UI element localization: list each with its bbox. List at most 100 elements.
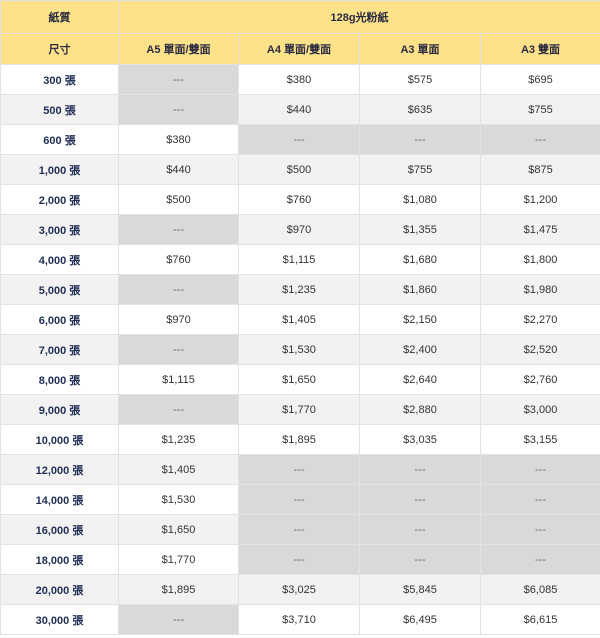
price-a3-single-cell: $1,680 xyxy=(359,244,481,275)
table-row: 3,000 張 --- $970 $1,355 $1,475 xyxy=(0,214,600,245)
price-a4-cell: $3,710 xyxy=(238,604,360,635)
price-a5-cell: --- xyxy=(118,64,239,95)
price-a4-cell: $760 xyxy=(238,184,360,215)
price-a5-cell: $440 xyxy=(118,154,239,185)
column-header-a3-single: A3 單面 xyxy=(359,33,481,65)
price-a5-cell: --- xyxy=(118,604,239,635)
price-a5-cell: $1,895 xyxy=(118,574,239,605)
quantity-cell: 500 張 xyxy=(0,94,119,125)
price-a3-single-cell: $635 xyxy=(359,94,481,125)
quantity-cell: 600 張 xyxy=(0,124,119,155)
price-a4-cell: $1,650 xyxy=(238,364,360,395)
price-a5-cell: $970 xyxy=(118,304,239,335)
price-a3-double-cell: $1,980 xyxy=(479,274,600,305)
table-row: 4,000 張 $760 $1,115 $1,680 $1,800 xyxy=(0,244,600,275)
table-row: 2,000 張 $500 $760 $1,080 $1,200 xyxy=(0,184,600,215)
price-a4-cell: --- xyxy=(238,454,360,485)
header-row-paper: 紙質 128g光粉紙 xyxy=(0,0,600,34)
quantity-cell: 16,000 張 xyxy=(0,514,119,545)
column-header-a4: A4 單面/雙面 xyxy=(238,33,360,65)
quantity-cell: 10,000 張 xyxy=(0,424,119,455)
price-a5-cell: $500 xyxy=(118,184,239,215)
price-a3-double-cell: --- xyxy=(479,124,600,155)
quantity-cell: 8,000 張 xyxy=(0,364,119,395)
table-body: 300 張 --- $380 $575 $695 500 張 --- $440 $635 $755… xyxy=(0,64,600,635)
quantity-cell: 1,000 張 xyxy=(0,154,119,185)
price-a3-single-cell: $1,080 xyxy=(359,184,481,215)
price-a5-cell: --- xyxy=(118,214,239,245)
quantity-cell: 2,000 張 xyxy=(0,184,119,215)
price-a3-double-cell: $2,270 xyxy=(479,304,600,335)
price-a3-double-cell: --- xyxy=(479,484,600,515)
table-row: 20,000 張 $1,895 $3,025 $5,845 $6,085 xyxy=(0,574,600,605)
price-a4-cell: --- xyxy=(238,484,360,515)
column-header-a3-double: A3 雙面 xyxy=(479,33,600,65)
price-a3-double-cell: $1,800 xyxy=(479,244,600,275)
price-a3-single-cell: $2,640 xyxy=(359,364,481,395)
price-a4-cell: $1,770 xyxy=(238,394,360,425)
table-row: 300 張 --- $380 $575 $695 xyxy=(0,64,600,95)
price-a4-cell: --- xyxy=(238,544,360,575)
quantity-cell: 4,000 張 xyxy=(0,244,119,275)
table-header: 紙質 128g光粉紙 尺寸 A5 單面/雙面 A4 單面/雙面 A3 單面 A3… xyxy=(0,0,600,65)
table-row: 9,000 張 --- $1,770 $2,880 $3,000 xyxy=(0,394,600,425)
table-row: 1,000 張 $440 $500 $755 $875 xyxy=(0,154,600,185)
price-a5-cell: --- xyxy=(118,274,239,305)
price-a3-single-cell: $575 xyxy=(359,64,481,95)
price-a5-cell: $1,650 xyxy=(118,514,239,545)
table-row: 30,000 張 --- $3,710 $6,495 $6,615 xyxy=(0,604,600,635)
price-a4-cell: --- xyxy=(238,514,360,545)
quantity-cell: 6,000 張 xyxy=(0,304,119,335)
quantity-cell: 30,000 張 xyxy=(0,604,119,635)
quantity-cell: 14,000 張 xyxy=(0,484,119,515)
price-a4-cell: $1,530 xyxy=(238,334,360,365)
price-a3-single-cell: $755 xyxy=(359,154,481,185)
price-a4-cell: $970 xyxy=(238,214,360,245)
price-a3-double-cell: $695 xyxy=(479,64,600,95)
price-a5-cell: --- xyxy=(118,94,239,125)
price-a5-cell: $1,770 xyxy=(118,544,239,575)
price-a3-double-cell: $2,520 xyxy=(479,334,600,365)
price-a3-single-cell: $5,845 xyxy=(359,574,481,605)
price-a4-cell: $380 xyxy=(238,64,360,95)
quantity-cell: 9,000 張 xyxy=(0,394,119,425)
price-a4-cell: $1,405 xyxy=(238,304,360,335)
price-a3-single-cell: $6,495 xyxy=(359,604,481,635)
price-a3-double-cell: --- xyxy=(479,514,600,545)
table-row: 16,000 張 $1,650 --- --- --- xyxy=(0,514,600,545)
price-a4-cell: --- xyxy=(238,124,360,155)
price-a3-double-cell: $2,760 xyxy=(479,364,600,395)
price-a3-double-cell: $875 xyxy=(479,154,600,185)
price-a4-cell: $1,895 xyxy=(238,424,360,455)
quantity-cell: 7,000 張 xyxy=(0,334,119,365)
price-a5-cell: --- xyxy=(118,394,239,425)
size-label: 尺寸 xyxy=(0,33,119,65)
quantity-cell: 18,000 張 xyxy=(0,544,119,575)
price-a4-cell: $1,235 xyxy=(238,274,360,305)
table-row: 12,000 張 $1,405 --- --- --- xyxy=(0,454,600,485)
price-a3-double-cell: --- xyxy=(479,454,600,485)
price-a3-single-cell: $2,150 xyxy=(359,304,481,335)
price-a3-double-cell: --- xyxy=(479,544,600,575)
price-a5-cell: $760 xyxy=(118,244,239,275)
price-a5-cell: $1,405 xyxy=(118,454,239,485)
price-a4-cell: $440 xyxy=(238,94,360,125)
price-a3-double-cell: $6,615 xyxy=(479,604,600,635)
table-row: 10,000 張 $1,235 $1,895 $3,035 $3,155 xyxy=(0,424,600,455)
price-a3-single-cell: $1,355 xyxy=(359,214,481,245)
price-a3-single-cell: --- xyxy=(359,514,481,545)
table-row: 14,000 張 $1,530 --- --- --- xyxy=(0,484,600,515)
table-row: 6,000 張 $970 $1,405 $2,150 $2,270 xyxy=(0,304,600,335)
price-a3-single-cell: --- xyxy=(359,484,481,515)
price-a3-single-cell: $3,035 xyxy=(359,424,481,455)
price-a3-single-cell: --- xyxy=(359,544,481,575)
price-a3-single-cell: --- xyxy=(359,124,481,155)
price-a3-double-cell: $1,200 xyxy=(479,184,600,215)
price-a5-cell: $1,115 xyxy=(118,364,239,395)
price-a3-double-cell: $1,475 xyxy=(479,214,600,245)
price-a5-cell: --- xyxy=(118,334,239,365)
paper-type: 128g光粉紙 xyxy=(117,0,600,34)
price-a3-double-cell: $6,085 xyxy=(479,574,600,605)
table-row: 18,000 張 $1,770 --- --- --- xyxy=(0,544,600,575)
price-a4-cell: $500 xyxy=(238,154,360,185)
